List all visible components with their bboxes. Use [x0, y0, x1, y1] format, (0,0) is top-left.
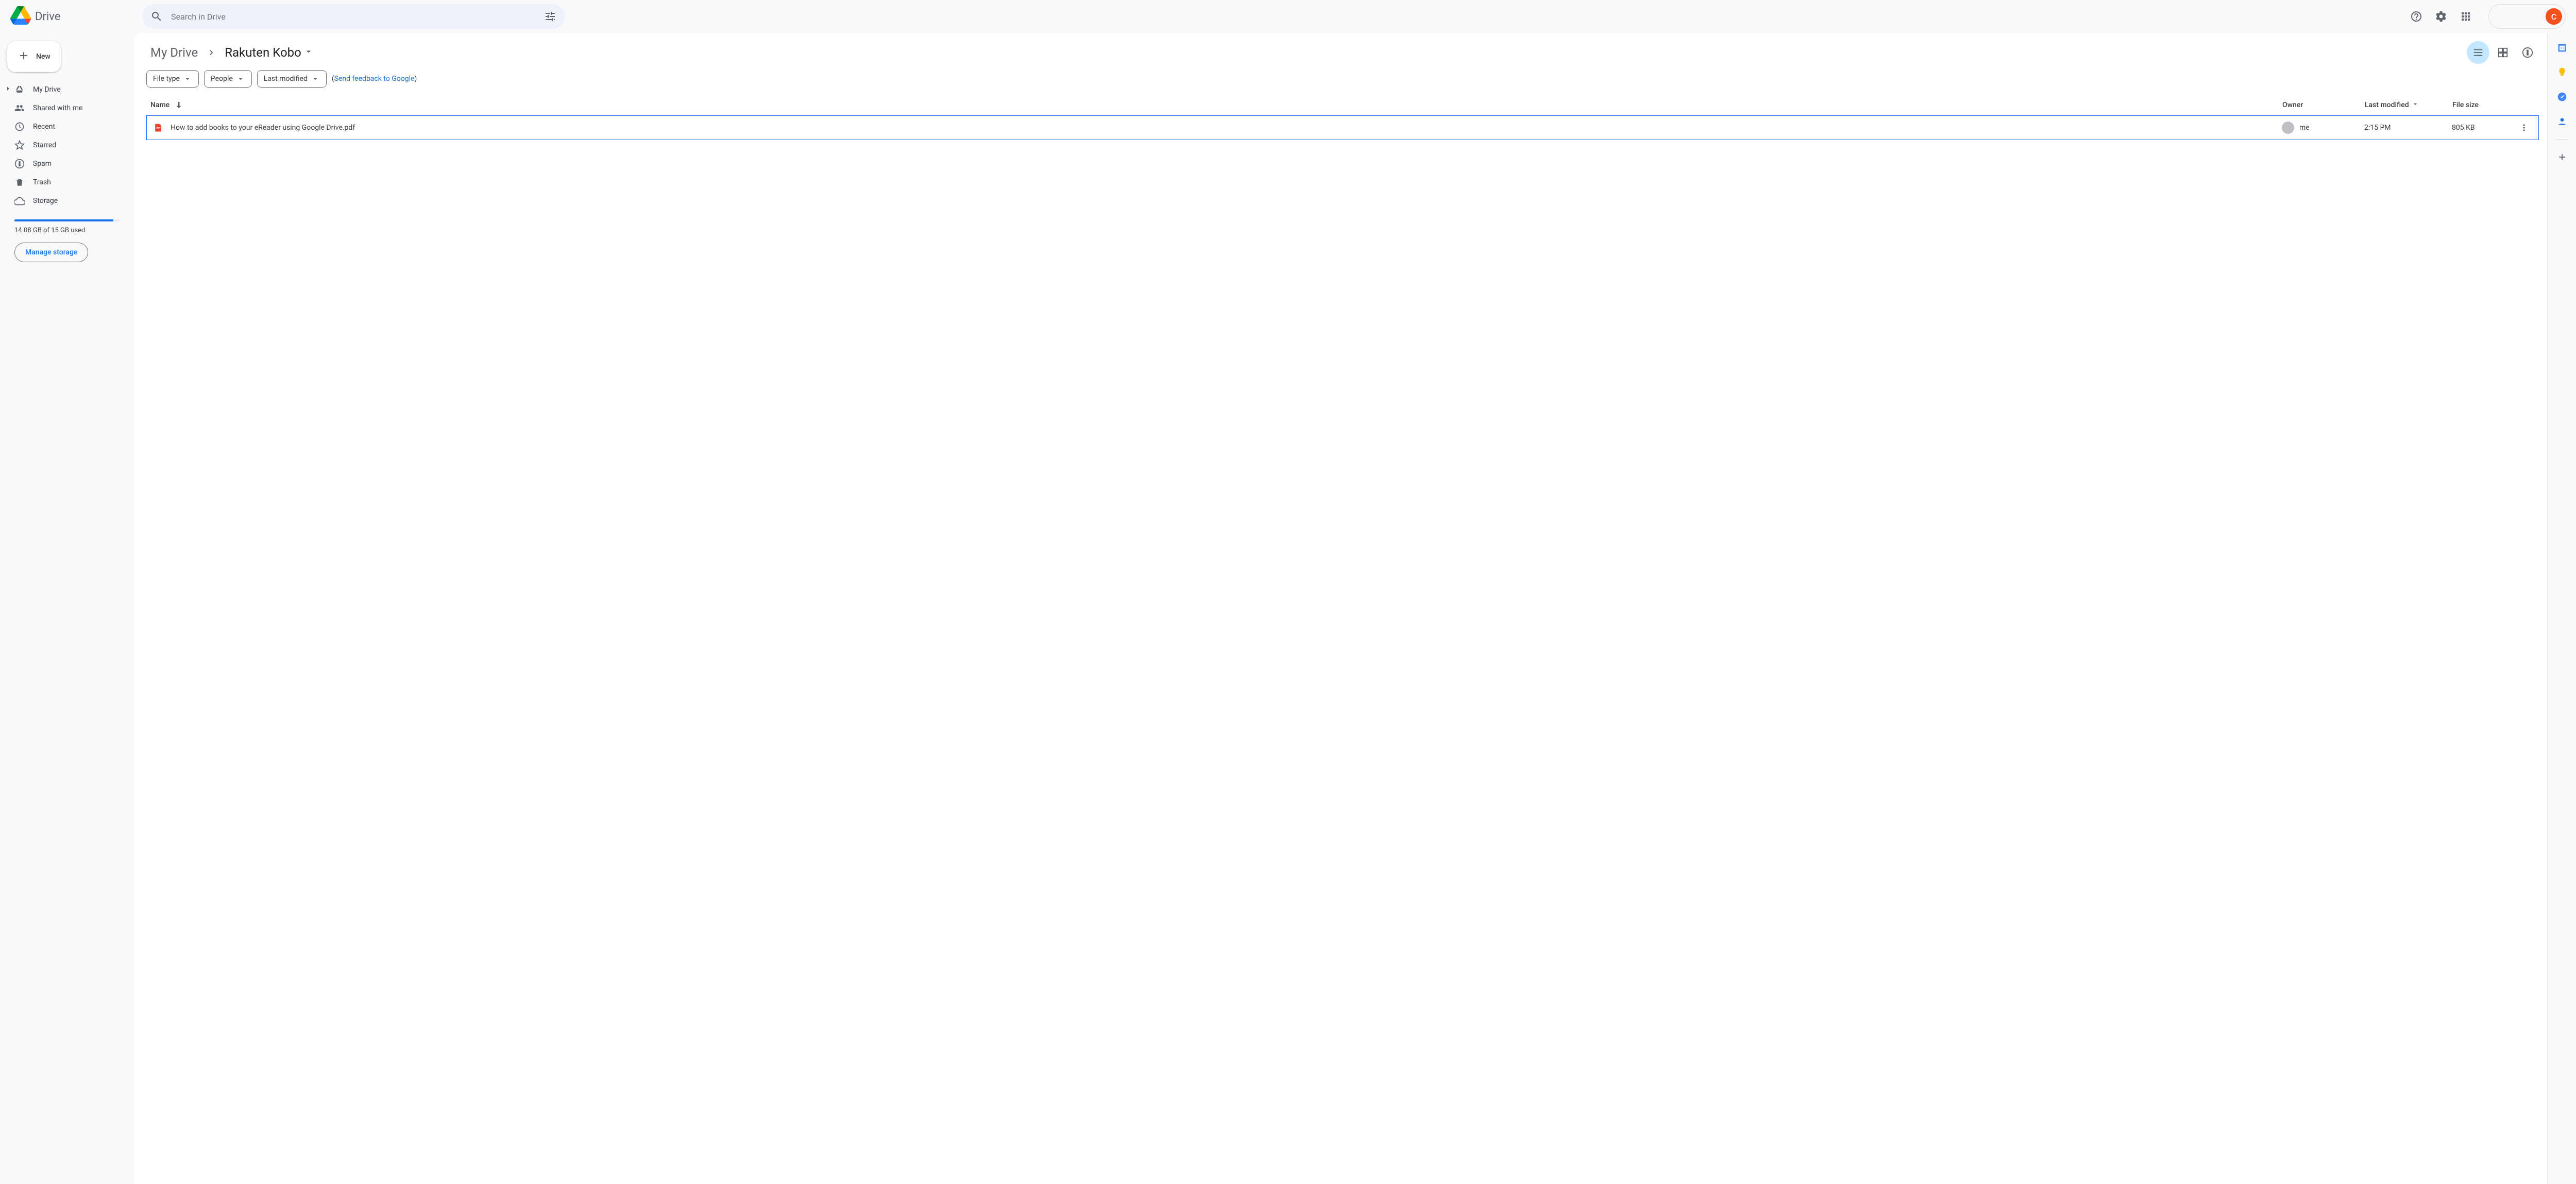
breadcrumb-root[interactable]: My Drive — [146, 43, 202, 62]
caret-down-icon — [2411, 100, 2419, 110]
grid-view-button[interactable] — [2492, 41, 2514, 64]
th-owner[interactable]: Owner — [2282, 101, 2365, 109]
th-file-size[interactable]: File size — [2452, 101, 2514, 109]
chip-file-type[interactable]: File type — [146, 70, 199, 88]
search-icon[interactable] — [146, 6, 167, 27]
storage-fill — [14, 219, 113, 221]
star-icon — [14, 140, 25, 150]
new-button[interactable]: New — [7, 41, 61, 72]
help-icon[interactable] — [2406, 6, 2427, 27]
table-row[interactable]: How to add books to your eReader using G… — [146, 115, 2539, 140]
shared-icon — [14, 103, 25, 113]
filter-chips: File type People Last modified (Send fee… — [146, 70, 2539, 88]
chip-label: Last modified — [264, 75, 308, 83]
settings-gear-icon[interactable] — [2431, 6, 2451, 27]
storage-text: 14.08 GB of 15 GB used — [14, 227, 120, 234]
chip-last-modified[interactable]: Last modified — [257, 70, 327, 88]
storage-block: 14.08 GB of 15 GB used Manage storage — [4, 216, 126, 262]
cloud-icon — [14, 196, 25, 206]
owner-name: me — [2299, 124, 2310, 132]
cell-file-size: 805 KB — [2452, 124, 2514, 132]
expand-caret-icon[interactable] — [5, 85, 13, 94]
search-bar — [142, 4, 565, 29]
nav-starred[interactable]: Starred — [4, 136, 126, 155]
keep-addon-icon[interactable] — [2552, 62, 2572, 82]
storage-bar — [14, 219, 120, 221]
nav-shared-with-me[interactable]: Shared with me — [4, 99, 126, 117]
avatar[interactable]: C — [2546, 8, 2562, 25]
get-addons-icon[interactable] — [2552, 147, 2572, 167]
nav-my-drive[interactable]: My Drive — [4, 80, 126, 99]
caret-down-icon — [311, 74, 320, 83]
details-button[interactable] — [2516, 41, 2539, 64]
nav-label: Starred — [33, 141, 56, 149]
caret-down-icon — [183, 74, 192, 83]
trash-icon — [14, 177, 25, 187]
th-last-modified[interactable]: Last modified — [2365, 100, 2452, 110]
caret-down-icon — [303, 45, 314, 60]
cell-name: How to add books to your eReader using G… — [147, 123, 2282, 133]
nav-label: Spam — [33, 160, 52, 168]
manage-storage-button[interactable]: Manage storage — [14, 243, 88, 262]
breadcrumb: My Drive Rakuten Kobo — [146, 41, 2539, 64]
tasks-addon-icon[interactable] — [2552, 87, 2572, 107]
nav-recent[interactable]: Recent — [4, 117, 126, 136]
plus-icon — [18, 49, 30, 64]
breadcrumb-current[interactable]: Rakuten Kobo — [221, 43, 318, 62]
main-content: My Drive Rakuten Kobo File type — [134, 33, 2547, 1184]
nav-storage[interactable]: Storage — [4, 192, 126, 210]
nav-label: Recent — [33, 123, 55, 131]
feedback-text: (Send feedback to Google) — [332, 75, 417, 83]
pdf-icon — [153, 123, 163, 133]
table-header: Name Owner Last modified File size — [146, 95, 2539, 115]
list-view-button[interactable] — [2467, 41, 2489, 64]
view-actions — [2467, 41, 2539, 64]
side-panel: 31 — [2547, 33, 2576, 1184]
calendar-addon-icon[interactable]: 31 — [2552, 37, 2572, 58]
chip-people[interactable]: People — [204, 70, 252, 88]
new-button-label: New — [36, 53, 50, 61]
sort-down-icon[interactable] — [174, 100, 184, 110]
header-actions: C — [2406, 4, 2568, 29]
chevron-right-icon — [206, 47, 216, 58]
account-switcher[interactable]: C — [2488, 4, 2566, 29]
svg-text:31: 31 — [2560, 46, 2564, 50]
row-actions — [2514, 118, 2534, 137]
recent-icon — [14, 122, 25, 132]
contacts-addon-icon[interactable] — [2552, 111, 2572, 132]
nav-trash[interactable]: Trash — [4, 173, 126, 192]
chip-label: File type — [153, 75, 180, 83]
caret-down-icon — [236, 74, 245, 83]
th-mod-label: Last modified — [2365, 101, 2409, 109]
owner-avatar-icon — [2282, 122, 2294, 134]
header: Drive C — [0, 0, 2576, 33]
apps-grid-icon[interactable] — [2455, 6, 2476, 27]
breadcrumb-current-label: Rakuten Kobo — [225, 45, 301, 60]
feedback-link[interactable]: Send feedback to Google — [334, 75, 415, 83]
search-options-icon[interactable] — [540, 6, 561, 27]
sidebar: New My Drive Shared with me Recent Starr… — [0, 33, 134, 1184]
nav-label: Shared with me — [33, 104, 82, 112]
search-input[interactable] — [167, 12, 540, 22]
nav-spam[interactable]: Spam — [4, 155, 126, 173]
nav-list: My Drive Shared with me Recent Starred S… — [4, 80, 126, 210]
drive-logo-icon — [10, 6, 31, 27]
chip-label: People — [211, 75, 233, 83]
logo[interactable]: Drive — [8, 6, 142, 27]
more-vert-icon[interactable] — [2515, 118, 2533, 137]
th-name-label: Name — [150, 101, 170, 109]
spam-icon — [14, 159, 25, 169]
cell-last-modified: 2:15 PM — [2364, 124, 2452, 132]
nav-label: Storage — [33, 197, 58, 205]
my-drive-icon — [14, 84, 25, 95]
side-panel-divider — [2556, 139, 2568, 140]
nav-label: Trash — [33, 178, 51, 186]
nav-label: My Drive — [33, 85, 61, 94]
file-name: How to add books to your eReader using G… — [171, 124, 355, 132]
app-name: Drive — [35, 10, 60, 23]
cell-owner: me — [2282, 122, 2364, 134]
th-name[interactable]: Name — [146, 100, 2282, 110]
